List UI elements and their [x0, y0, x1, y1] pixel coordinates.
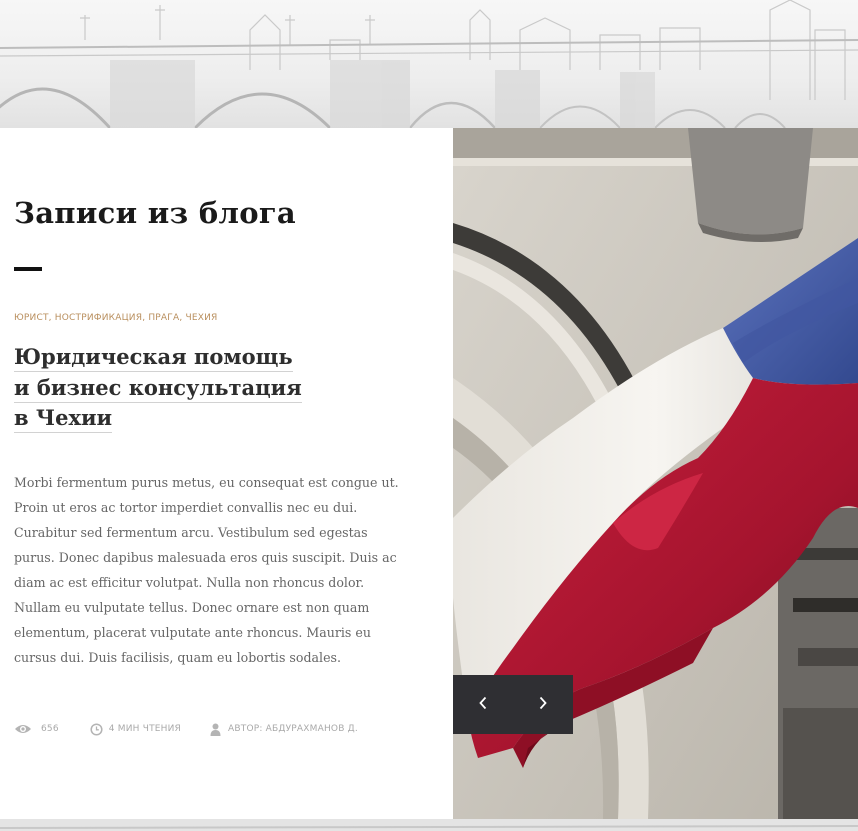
bridge-sketch-image: [0, 0, 858, 128]
tag-link[interactable]: ПРАГА: [148, 313, 179, 323]
slider-next-button[interactable]: [513, 675, 573, 734]
eye-icon: [14, 723, 32, 735]
post-title-link[interactable]: Юридическая помощь и бизнес консультация…: [14, 342, 374, 434]
clock-icon: [90, 722, 103, 736]
post-excerpt: Morbi fermentum purus metus, eu consequa…: [14, 470, 409, 670]
post-title-line[interactable]: в Чехии: [14, 403, 113, 433]
read-time-text: 4 МИН ЧТЕНИЯ: [108, 724, 182, 734]
excerpt-line: purus. Donec dapibus malesuada eros quis…: [14, 550, 397, 565]
excerpt-line: diam ac est efficitur volutpat. Nulla no…: [14, 575, 365, 590]
chevron-right-icon: [538, 695, 548, 714]
tag-link[interactable]: ЮРИСТ: [14, 313, 49, 323]
excerpt-line: cursus dui. Duis facilisis, quam eu lobo…: [14, 650, 341, 665]
section-title: Записи из блога: [14, 196, 297, 230]
excerpt-line: elementum, placerat vulputate ante rhonc…: [14, 625, 371, 640]
slider-prev-button[interactable]: [453, 675, 513, 734]
tag-link[interactable]: НОСТРИФИКАЦИЯ: [55, 313, 142, 323]
post-title-line[interactable]: и бизнес консультация: [14, 373, 302, 403]
read-time-meta: 4 МИН ЧТЕНИЯ: [90, 722, 182, 736]
tag-link[interactable]: ЧЕХИЯ: [185, 313, 217, 323]
slider-nav: [453, 675, 573, 734]
post-tags: ЮРИСТ, НОСТРИФИКАЦИЯ, ПРАГА, ЧЕХИЯ: [14, 313, 218, 323]
chevron-left-icon: [478, 695, 488, 714]
post-title-line[interactable]: Юридическая помощь: [14, 342, 293, 372]
excerpt-line: Morbi fermentum purus metus, eu consequa…: [14, 475, 399, 490]
excerpt-line: Curabitur sed fermentum arcu. Vestibulum…: [14, 525, 368, 540]
user-icon: [210, 723, 221, 736]
excerpt-line: Proin ut eros ac tortor imperdiet conval…: [14, 500, 358, 515]
views-count: 656: [41, 724, 59, 734]
views-meta: 656: [14, 723, 59, 735]
author-text: АВТОР: АБДУРАХМАНОВ Д.: [228, 724, 358, 734]
excerpt-line: Nullam eu vulputate tellus. Donec ornare…: [14, 600, 370, 615]
post-meta: 656 4 МИН ЧТЕНИЯ АВТОР: АБДУРАХМАНОВ Д.: [14, 720, 358, 738]
author-meta: АВТОР: АБДУРАХМАНОВ Д.: [210, 723, 358, 736]
header-city-sketch: [0, 0, 858, 128]
footer-sketch-strip: [0, 819, 858, 831]
title-divider: [14, 267, 42, 271]
